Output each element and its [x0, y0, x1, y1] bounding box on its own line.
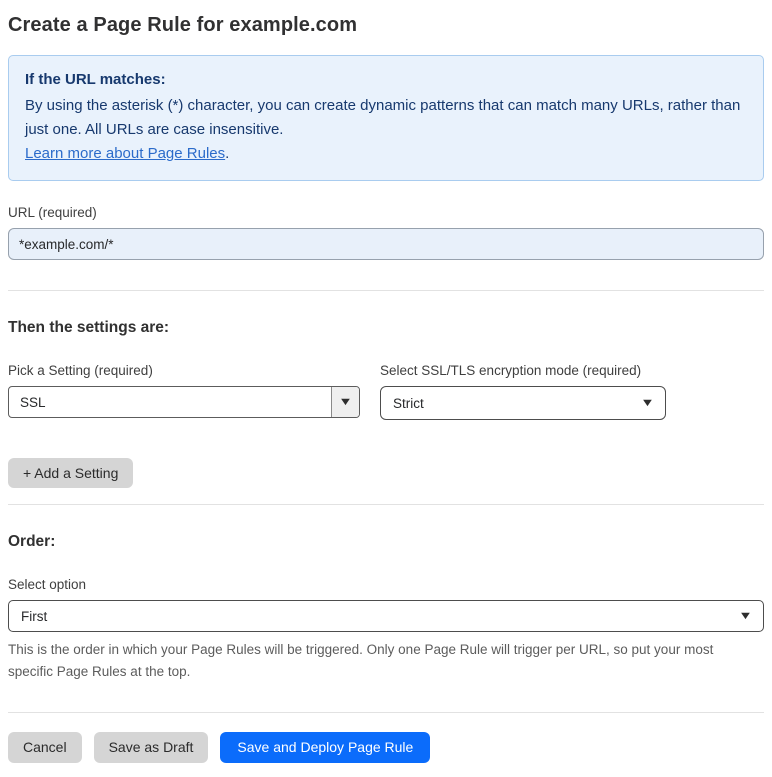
footer-actions: Cancel Save as Draft Save and Deploy Pag… — [8, 732, 764, 764]
setting-picker-arrow-button[interactable]: ▼ — [331, 387, 359, 417]
divider — [8, 712, 764, 714]
ssl-mode-picker-group: Select SSL/TLS encryption mode (required… — [380, 363, 666, 420]
chevron-down-icon: ▼ — [738, 609, 753, 622]
url-input[interactable] — [8, 228, 764, 260]
url-field-label: URL (required) — [8, 205, 97, 220]
info-box-heading: If the URL matches: — [25, 71, 166, 88]
setting-picker-value: SSL — [20, 394, 46, 410]
chevron-down-icon: ▼ — [338, 395, 353, 408]
cancel-button[interactable]: Cancel — [8, 732, 82, 764]
save-draft-button[interactable]: Save as Draft — [93, 732, 209, 764]
order-dropdown[interactable]: First ▼ — [8, 600, 764, 632]
setting-picker-dropdown[interactable]: SSL ▼ — [8, 386, 360, 418]
add-setting-button[interactable]: + Add a Setting — [8, 458, 134, 488]
url-match-info-box: If the URL matches: By using the asteris… — [8, 55, 764, 181]
settings-section-heading: Then the settings are: — [8, 319, 170, 336]
page-rule-form: Create a Page Rule for example.com If th… — [0, 0, 772, 777]
save-deploy-button[interactable]: Save and Deploy Page Rule — [220, 732, 431, 764]
ssl-mode-value: Strict — [393, 395, 424, 411]
order-select-group: Select option First ▼ This is the order … — [8, 577, 764, 682]
chevron-down-icon: ▼ — [640, 396, 655, 409]
settings-row: Pick a Setting (required) SSL ▼ Select S… — [8, 363, 764, 420]
order-value: First — [21, 608, 48, 624]
learn-more-link[interactable]: Learn more about Page Rules — [25, 145, 225, 162]
ssl-mode-picker-label: Select SSL/TLS encryption mode (required… — [380, 363, 642, 378]
order-help-text: This is the order in which your Page Rul… — [8, 642, 714, 679]
ssl-mode-dropdown[interactable]: Strict ▼ — [380, 386, 666, 420]
page-title: Create a Page Rule for example.com — [8, 14, 358, 36]
divider — [8, 290, 764, 291]
info-box-link-line: Learn more about Page Rules. — [25, 142, 747, 166]
link-suffix: . — [225, 145, 230, 162]
setting-picker-group: Pick a Setting (required) SSL ▼ — [8, 363, 360, 420]
info-box-body: By using the asterisk (*) character, you… — [25, 97, 741, 138]
order-select-label: Select option — [8, 577, 87, 592]
order-section-heading: Order: — [8, 533, 56, 550]
url-field-group: URL (required) — [8, 205, 764, 260]
setting-picker-label: Pick a Setting (required) — [8, 363, 153, 378]
divider — [8, 504, 764, 505]
